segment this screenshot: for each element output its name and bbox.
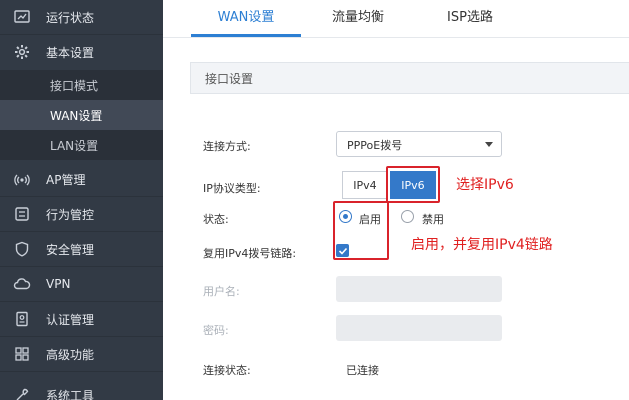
sidebar-item-status[interactable]: 运行状态 [0, 0, 163, 34]
password-label: 密码: [203, 324, 229, 337]
divider [0, 371, 163, 372]
sidebar-item-label: 系统工具 [46, 388, 95, 400]
tools-icon [13, 386, 31, 400]
gear-icon [13, 43, 31, 61]
enable-annotation: 启用，并复用IPv4链路 [411, 237, 553, 253]
ipv6-annotation: 选择IPv6 [456, 177, 514, 193]
sidebar-item-auth[interactable]: 认证管理 [0, 302, 163, 336]
ap-signal-icon [13, 170, 31, 188]
tab-traffic-balance[interactable]: 流量均衡 [303, 0, 413, 38]
password-input[interactable] [336, 315, 502, 341]
active-tab-indicator [191, 34, 301, 37]
sidebar-item-ap-management[interactable]: AP管理 [0, 162, 163, 196]
sidebar-subitem-label: 接口模式 [50, 78, 99, 93]
conn-type-value: PPPoE拨号 [347, 139, 403, 152]
sidebar-item-label: 行为管控 [46, 207, 95, 222]
username-label: 用户名: [203, 285, 240, 298]
shield-icon [13, 240, 31, 258]
dashboard-icon [13, 8, 31, 26]
conn-type-select[interactable]: PPPoE拨号 [336, 131, 502, 157]
grid-icon [13, 345, 31, 363]
conn-type-label: 连接方式: [203, 140, 251, 153]
sidebar-item-label: 认证管理 [46, 312, 95, 327]
section-title: 接口设置 [205, 72, 254, 86]
sidebar-subitem-label: WAN设置 [50, 108, 103, 123]
sidebar-item-basic-settings[interactable]: 基本设置 [0, 35, 163, 69]
multiplex-label: 复用IPv4拨号链路: [203, 247, 297, 260]
sidebar-subitem-wan-settings[interactable]: WAN设置 [0, 100, 163, 130]
ipv4-button[interactable]: IPv4 [342, 171, 388, 199]
section-header: 接口设置 [190, 62, 629, 94]
sidebar-item-system-tools[interactable]: 系统工具 [0, 378, 163, 400]
tab-isp-routing[interactable]: ISP选路 [415, 0, 525, 38]
disable-radio[interactable] [401, 210, 414, 223]
disable-radio-label: 禁用 [422, 213, 444, 226]
sidebar-item-label: 基本设置 [46, 45, 95, 60]
sidebar-item-label: 高级功能 [46, 347, 95, 362]
sidebar-item-label: AP管理 [46, 172, 86, 187]
ipv6-highlight-box [386, 166, 440, 203]
sidebar: 运行状态 基本设置 接口模式 WAN设置 LAN设置 AP管理 行为管控 安全管… [0, 0, 163, 400]
tab-bar: WAN设置 流量均衡 ISP选路 [163, 0, 629, 38]
sidebar-subitem-label: LAN设置 [50, 138, 99, 153]
sidebar-item-security[interactable]: 安全管理 [0, 232, 163, 266]
cloud-icon [13, 275, 31, 293]
conn-status-value: 已连接 [346, 364, 379, 377]
sidebar-item-label: 运行状态 [46, 10, 95, 25]
sidebar-item-behavior-control[interactable]: 行为管控 [0, 197, 163, 231]
conn-status-label: 连接状态: [203, 364, 251, 377]
chevron-down-icon [485, 142, 493, 147]
tab-wan-settings[interactable]: WAN设置 [191, 0, 301, 38]
auth-icon [13, 310, 31, 328]
ip-protocol-label: IP协议类型: [203, 182, 261, 195]
enable-highlight-box [333, 201, 389, 260]
sidebar-subitem-lan-settings[interactable]: LAN设置 [0, 130, 163, 160]
control-icon [13, 205, 31, 223]
sidebar-item-label: VPN [46, 277, 71, 291]
status-label: 状态: [203, 213, 229, 226]
username-input[interactable] [336, 276, 502, 302]
sidebar-item-label: 安全管理 [46, 242, 95, 257]
sidebar-item-advanced[interactable]: 高级功能 [0, 337, 163, 371]
sidebar-item-vpn[interactable]: VPN [0, 267, 163, 301]
sidebar-subitem-interface-mode[interactable]: 接口模式 [0, 70, 163, 100]
